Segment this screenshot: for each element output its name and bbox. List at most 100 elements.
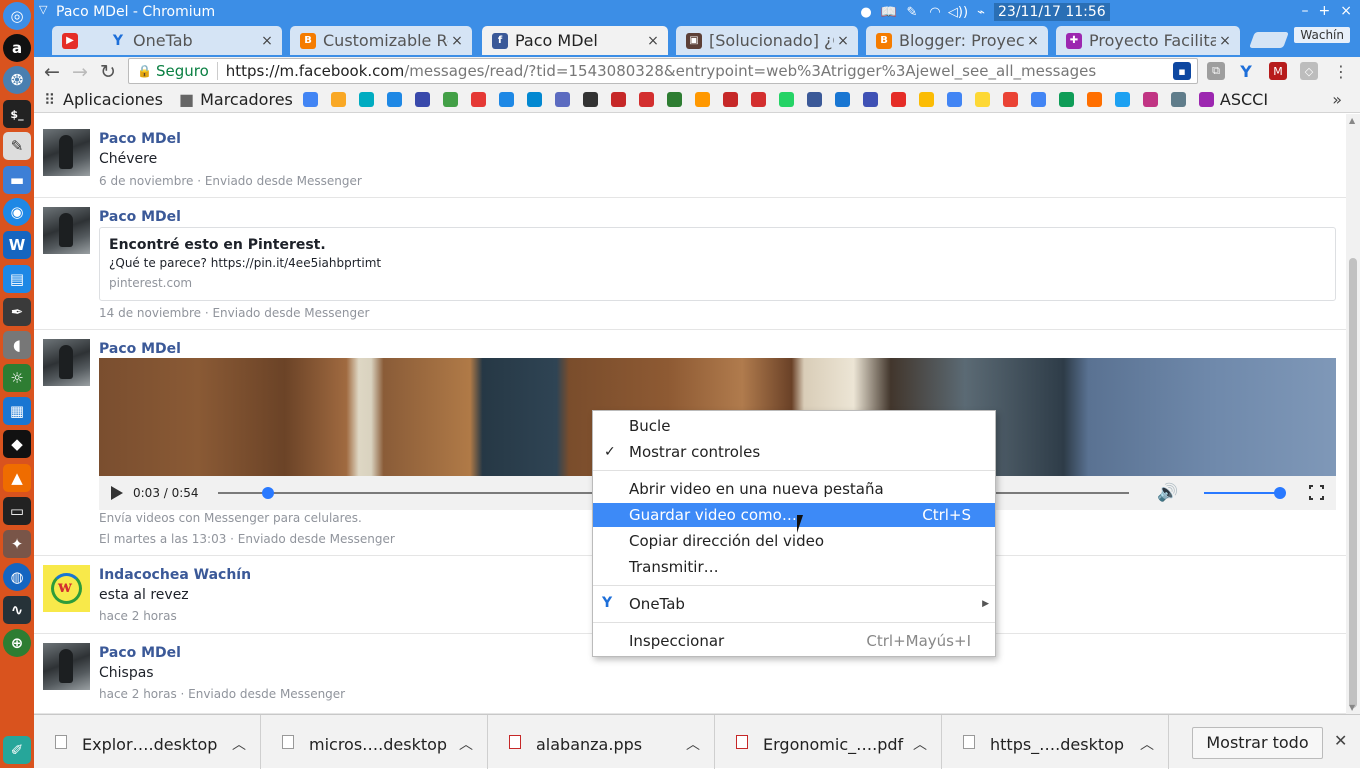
volume-icon[interactable]: ◁)) [948,3,968,21]
bookmark-icon[interactable] [1198,92,1214,107]
close-tab-icon[interactable]: × [258,33,276,49]
bookmark-icon[interactable] [862,92,878,107]
chevron-up-icon[interactable]: ︿ [1140,734,1154,754]
address-bar[interactable]: 🔒 Seguro https://m.facebook.com /message… [128,58,1198,84]
menu-item-inspect[interactable]: Inspeccionar Ctrl+Mayús+I [593,629,995,653]
windows-icon[interactable]: ▦ [3,397,31,425]
fullscreen-icon[interactable] [1308,484,1325,501]
download-item[interactable]: micros….desktop ︿ [261,715,488,769]
sun-icon[interactable]: ☼ [3,364,31,392]
chevron-up-icon[interactable]: ︿ [232,734,246,754]
reload-icon[interactable]: ↻ [96,60,120,84]
tab-customizable[interactable]: B Customizable Rela × [290,26,472,55]
save-extension-icon[interactable]: ▪ [1173,62,1191,80]
link-preview-card[interactable]: Encontré esto en Pinterest. ¿Qué te pare… [99,227,1336,301]
bookmark-icon[interactable] [1170,92,1186,107]
gimp-icon[interactable]: ✦ [3,530,31,558]
bookmark-icon[interactable] [974,92,990,107]
play-icon[interactable] [111,486,123,500]
scroll-down-icon[interactable]: ▼ [1349,703,1355,712]
scrollbar-thumb[interactable] [1349,258,1357,708]
vlc-icon[interactable]: ▲ [3,464,31,492]
terminal-icon[interactable]: $_ [3,100,31,128]
menu-item-copy-video-address[interactable]: Copiar dirección del video [593,529,995,553]
drive-icon[interactable] [918,92,934,107]
chevron-up-icon[interactable]: ︿ [913,734,927,754]
inkscape-icon[interactable]: ◆ [3,430,31,458]
instagram-icon[interactable] [1142,92,1158,107]
bookmark-icon[interactable] [386,92,402,107]
sender-name[interactable]: Paco MDel [99,645,181,661]
back-icon[interactable]: ← [40,60,64,84]
bookmark-icon[interactable] [358,92,374,107]
tab-solucionado[interactable]: ▣ [Solucionado] ¿Cóm × [676,26,858,55]
sheets-icon[interactable] [1058,92,1074,107]
volume-slider[interactable] [1204,487,1286,499]
scroll-up-icon[interactable]: ▲ [1349,116,1355,125]
bookmark-icon[interactable] [638,92,654,107]
translate-icon[interactable] [946,92,962,107]
bookmark-apps[interactable]: Aplicaciones [63,90,163,109]
bookmark-icon[interactable] [470,92,486,107]
bookmark-icon[interactable] [554,92,570,107]
video-editor-icon[interactable]: ▭ [3,497,31,525]
show-all-downloads-button[interactable]: Mostrar todo [1192,727,1323,759]
sender-name[interactable]: Paco MDel [99,209,181,225]
chevron-up-icon[interactable]: ︿ [686,734,700,754]
files-icon[interactable]: ▬ [3,166,31,194]
bookmark-icon[interactable] [750,92,766,107]
sender-name[interactable]: Paco MDel [99,131,181,147]
avatar[interactable] [43,207,90,254]
menu-item-open-video-new-tab[interactable]: Abrir video en una nueva pestaña [593,477,995,501]
copy-extension-icon[interactable]: ⧉ [1207,62,1225,80]
avatar[interactable] [43,129,90,176]
bookmark-icon[interactable] [330,92,346,107]
avatar[interactable] [43,339,90,386]
sender-name[interactable]: Indacochea Wachín [99,567,251,583]
power-icon[interactable]: ⌁ [971,3,991,21]
bookmarks-overflow[interactable]: » [1332,90,1342,109]
minimize-button[interactable]: – [1302,3,1309,19]
close-tab-icon[interactable]: × [1216,33,1234,49]
download-item[interactable]: alabanza.pps ︿ [488,715,715,769]
document-icon[interactable]: ▤ [3,265,31,293]
tag-extension-icon[interactable]: ◇ [1300,62,1318,80]
tab-onetab[interactable]: Y OneTab × [100,26,282,55]
bookmark-folder[interactable]: Marcadores [200,90,293,109]
volume-icon[interactable]: 🔊 [1157,483,1178,503]
book-icon[interactable]: 📖 [879,3,899,21]
speaker-icon[interactable]: ◖ [3,331,31,359]
wifi-icon[interactable]: ◠ [925,3,945,21]
writer-icon[interactable]: W [3,231,31,259]
dash-icon[interactable]: ◎ [3,2,31,30]
close-tab-icon[interactable]: × [448,33,466,49]
close-shelf-icon[interactable]: ✕ [1334,731,1347,750]
menu-item-save-video-as[interactable]: Guardar video como… Ctrl+S [593,503,995,527]
tab-paco-mdel[interactable]: f Paco MDel × [482,26,668,55]
onetab-extension-icon[interactable]: Y [1237,62,1255,81]
whatsapp-icon[interactable] [778,92,794,107]
notes-icon[interactable]: ✎ [902,3,922,21]
system-monitor-icon[interactable]: ∿ [3,596,31,624]
volume-handle[interactable] [1274,487,1286,499]
trash-icon[interactable]: ✐ [3,736,31,764]
amazon-icon[interactable]: a [3,34,31,62]
android-icon[interactable] [442,92,458,107]
bookmark-ascci[interactable]: ASCCI [1220,90,1268,109]
bookmark-icon[interactable] [414,92,430,107]
close-window-button[interactable]: × [1340,3,1352,19]
bookmark-icon[interactable] [666,92,682,107]
avatar[interactable]: w [43,565,90,612]
close-tab-icon[interactable]: × [644,33,662,49]
forward-icon[interactable]: → [68,60,92,84]
window-menu-icon[interactable]: ▽ [39,3,47,16]
chevron-up-icon[interactable]: ︿ [459,734,473,754]
close-tab-icon[interactable]: × [834,33,852,49]
system-settings-icon[interactable]: ❂ [3,66,31,94]
bookmark-icon[interactable] [498,92,514,107]
youtube-icon[interactable] [890,92,906,107]
menu-icon[interactable]: ⋮ [1332,62,1350,81]
bookmark-icon[interactable] [526,92,542,107]
close-tab-icon[interactable]: × [1024,33,1042,49]
microphone-icon[interactable] [582,92,598,107]
